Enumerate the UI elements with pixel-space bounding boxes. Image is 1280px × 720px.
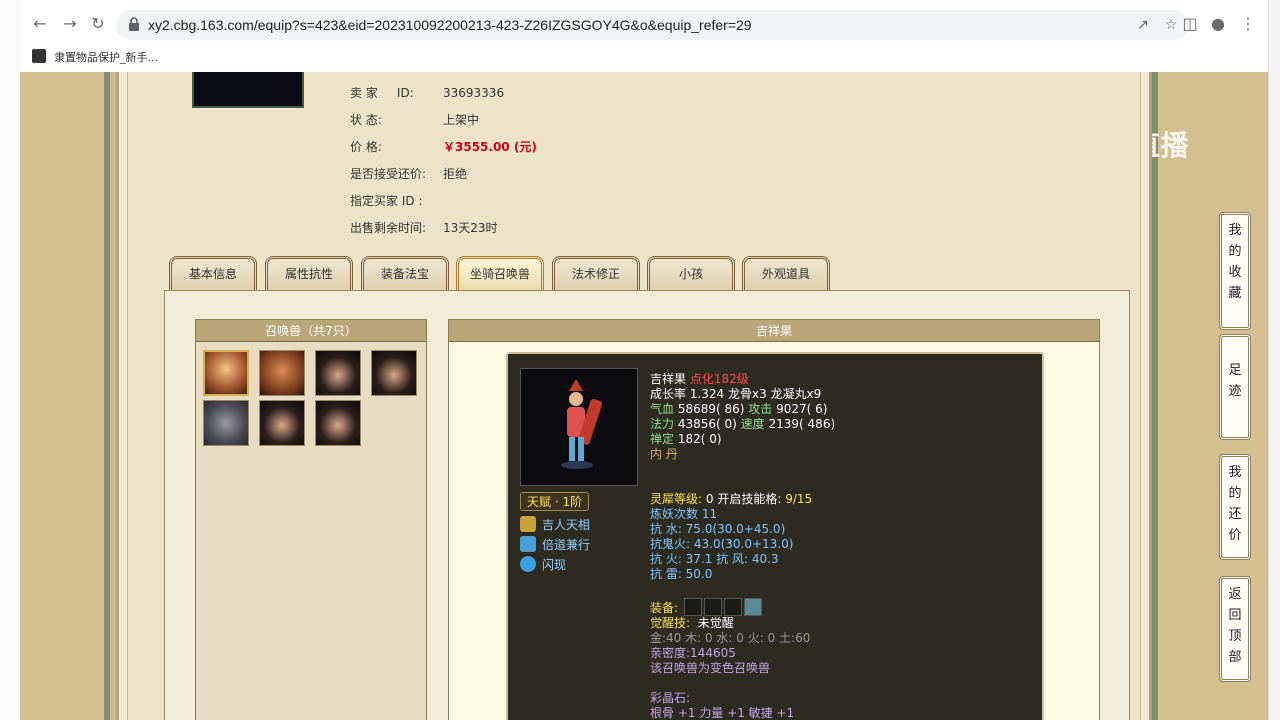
bookmark-favicon-icon: [32, 49, 46, 63]
tab-spell-correction[interactable]: 法术修正: [552, 256, 640, 292]
tab-mounts-pets[interactable]: 坐骑召唤兽: [456, 256, 544, 292]
refine-line: 炼妖次数 11: [650, 507, 718, 521]
bargain-label: 是否接受还价:: [350, 167, 427, 181]
res-ghost-line: 抗鬼火: 43.0(30.0+13.0): [650, 537, 794, 551]
seller-label: 卖 家 ID:: [350, 86, 414, 100]
address-bar[interactable]: xy2.cbg.163.com/equip?s=423&eid=20231009…: [116, 10, 1188, 40]
pet-avatar-4[interactable]: [371, 350, 417, 396]
share-icon[interactable]: ↗: [1134, 16, 1152, 34]
sidebar-toggle-icon[interactable]: ◫: [1180, 14, 1200, 34]
tab-children[interactable]: 小孩: [647, 256, 735, 292]
bargain-row: 是否接受还价: 拒绝: [350, 165, 467, 182]
pet-avatar-3[interactable]: [315, 350, 361, 396]
remaining-label: 出售剩余时间:: [350, 221, 427, 235]
crystal-value: 根骨 +1 力量 +1 敏捷 +1: [650, 706, 795, 720]
skill-2[interactable]: 倍道兼行: [520, 536, 590, 553]
status-row: 状 态: 上架中: [350, 111, 479, 128]
back-icon[interactable]: ←: [30, 14, 50, 34]
content-inner: 卖 家 ID: 33693336 状 态: 上架中 价 格: ￥3555.00 (元)…: [127, 72, 1141, 720]
buyer-label: 指定买家 ID :: [350, 194, 423, 208]
hp-atk-line: 气血 58689( 86) 攻击 9027( 6): [650, 402, 828, 416]
equip-slot-3[interactable]: [723, 598, 742, 616]
seller-row: 卖 家 ID: 33693336: [350, 84, 504, 101]
bookmarks-bar: 隶置物品保护_新手...: [20, 44, 1268, 70]
res-fire-wind-line: 抗 火: 37.1 抗 风: 40.3: [650, 552, 779, 566]
window-right-edge: [1268, 0, 1280, 720]
pet-list-panel: 召唤兽（共7只）: [195, 319, 427, 720]
intimacy-line: 亲密度:144605: [650, 646, 736, 660]
forward-icon[interactable]: →: [60, 14, 80, 34]
pet-avatar-5[interactable]: [203, 400, 249, 446]
my-offers-button[interactable]: 我的还价: [1219, 454, 1251, 560]
spirit-line: 灵犀等级: 0 开启技能格: 9/15: [650, 492, 813, 506]
growth-line: 成长率 1.324 龙骨x3 龙凝丸x9: [650, 387, 822, 401]
browser-chrome: ← → ↻ xy2.cbg.163.com/equip?s=423&eid=20…: [20, 0, 1268, 72]
remaining-value: 13天23时: [443, 221, 498, 235]
pet-detail-panel: 吉祥果 吉祥果 点化182级 成长率 1.324 龙骨x3 龙凝丸x9 气血 5…: [448, 319, 1100, 720]
pet-figure-icon: [561, 379, 603, 469]
content-frame: 卖 家 ID: 33693336 状 态: 上架中 价 格: ￥3555.00 (元)…: [116, 72, 1152, 720]
pet-detail-title: 吉祥果: [449, 320, 1099, 342]
crystal-label: 彩晶石:: [650, 691, 691, 705]
window-left-edge: [0, 0, 20, 720]
equip-slot-2[interactable]: [703, 598, 722, 616]
skill-3-icon: [520, 556, 536, 572]
status-label: 状 态:: [350, 113, 382, 127]
pet-detail-card: 吉祥果 点化182级 成长率 1.324 龙骨x3 龙凝丸x9 气血 58689…: [506, 352, 1044, 720]
bargain-value: 拒绝: [443, 167, 468, 181]
skill-1[interactable]: 吉人天相: [520, 516, 590, 533]
skill-1-icon: [520, 516, 536, 532]
skill-2-icon: [520, 536, 536, 552]
tab-panel: 召唤兽（共7只） 吉祥果 吉祥果 点化182级 成长率 1.324 龙骨x3 龙…: [164, 290, 1130, 720]
buyer-row: 指定买家 ID :: [350, 192, 443, 209]
price-label: 价 格:: [350, 140, 382, 154]
page: CC直播 卖 家 ID:33693336 状 态:上架中 价 格:￥3555.0…: [20, 72, 1268, 720]
tab-attributes[interactable]: 属性抗性: [265, 256, 353, 292]
tab-basic-info[interactable]: 基本信息: [169, 256, 257, 292]
my-favorites-button[interactable]: 我的收藏: [1219, 212, 1251, 330]
res-water-line: 抗 水: 75.0(30.0+45.0): [650, 522, 786, 536]
profile-icon[interactable]: ●: [1208, 14, 1228, 34]
pet-list-title: 召唤兽（共7只）: [196, 320, 426, 342]
status-value: 上架中: [443, 113, 480, 127]
menu-icon[interactable]: ⋮: [1238, 14, 1258, 34]
pet-avatar-6[interactable]: [259, 400, 305, 446]
awaken-line: 觉醒技: 未觉醒: [650, 616, 734, 630]
lock-icon: [129, 17, 139, 31]
price-value: ￥3555.00 (元): [443, 140, 537, 154]
price-row: 价 格: ￥3555.00 (元): [350, 138, 537, 155]
mp-spd-line: 法力 43856( 0) 速度 2139( 486): [650, 417, 836, 431]
variant-line: 该召唤兽为变色召唤兽: [650, 661, 771, 675]
remaining-row: 出售剩余时间: 13天23时: [350, 219, 498, 236]
res-thunder-line: 抗 雷: 50.0: [650, 567, 713, 581]
pet-avatar-2[interactable]: [259, 350, 305, 396]
back-to-top-button[interactable]: 返回顶部: [1219, 576, 1251, 682]
equip-line: 装备:: [650, 598, 762, 616]
skill-3[interactable]: 闪现: [520, 556, 566, 573]
footprint-button[interactable]: 足迹: [1219, 334, 1251, 440]
pet-avatar-7[interactable]: [315, 400, 361, 446]
tab-equipment[interactable]: 装备法宝: [361, 256, 449, 292]
talent-badge[interactable]: 天赋 · 1阶: [520, 492, 590, 511]
seller-id: 33693336: [443, 86, 505, 100]
url-text: xy2.cbg.163.com/equip?s=423&eid=20231009…: [148, 17, 752, 33]
star-icon[interactable]: ☆: [1162, 16, 1180, 34]
page-left-decoration: [20, 72, 110, 720]
browser-toolbar: ← → ↻ xy2.cbg.163.com/equip?s=423&eid=20…: [20, 6, 1268, 42]
reload-icon[interactable]: ↻: [88, 14, 108, 34]
neidan-line: 内 丹: [650, 447, 678, 461]
tab-appearance[interactable]: 外观道具: [742, 256, 830, 292]
equip-slot-4[interactable]: [743, 598, 762, 616]
elements-line: 金:40 木: 0 水: 0 火: 0 土:60: [650, 631, 811, 645]
pet-name-line: 吉祥果 点化182级: [650, 372, 749, 386]
equip-slot-1[interactable]: [683, 598, 702, 616]
pet-avatar-1[interactable]: [203, 350, 249, 396]
equip-thumbnail[interactable]: [192, 72, 304, 108]
zen-line: 禅定 182( 0): [650, 432, 722, 446]
bookmark-item[interactable]: 隶置物品保护_新手...: [54, 49, 158, 65]
pet-portrait: [520, 368, 638, 486]
